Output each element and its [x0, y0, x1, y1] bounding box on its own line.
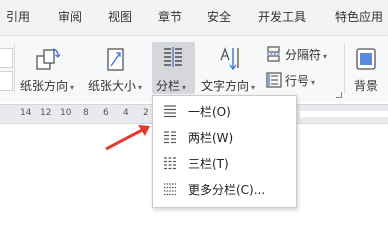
background-button[interactable]: 背景 [348, 40, 388, 100]
ruler-number: 8 [83, 108, 89, 118]
dropdown-caret-icon: ▾ [323, 52, 328, 61]
columns-label: 分栏 [156, 79, 181, 93]
dropdown-caret-icon: ▾ [182, 83, 187, 92]
three-columns-icon [164, 157, 176, 170]
text-direction-button[interactable]: 文字方向 ▾ [199, 40, 265, 100]
partial-spinner[interactable] [0, 48, 13, 68]
ribbon-tab-bar: 引用 审阅 视图 章节 安全 开发工具 特色应用 [0, 0, 388, 36]
paper-direction-button[interactable]: 纸张方向 ▾ [18, 40, 80, 100]
separator-icon [267, 46, 281, 62]
more-columns-icon [164, 183, 176, 196]
menu-item-label: 两栏(W) [188, 131, 234, 145]
menu-item-two-columns[interactable]: 两栏(W) [153, 124, 296, 149]
columns-icon [164, 47, 182, 67]
ruler-number: 2 [143, 108, 149, 118]
menu-item-label: 一栏(O) [188, 105, 231, 119]
line-number-icon [266, 72, 282, 88]
ribbon-separator [344, 44, 345, 94]
ruler-number: 6 [103, 108, 109, 118]
columns-dropdown-menu: 一栏(O) 两栏(W) 三栏(T) 更多分栏(C)... [152, 95, 297, 208]
ruler-number: 4 [123, 108, 129, 118]
dropdown-caret-icon: ▾ [70, 83, 75, 92]
partial-spinner[interactable] [0, 71, 13, 91]
tab-special-apps[interactable]: 特色应用 [335, 0, 383, 35]
page-size-icon [107, 48, 124, 71]
ruler-number: 14 [20, 108, 32, 118]
paper-size-label: 纸张大小 [88, 79, 137, 93]
menu-item-one-column[interactable]: 一栏(O) [153, 98, 296, 123]
dropdown-caret-icon: ▾ [311, 78, 316, 87]
dropdown-caret-icon: ▾ [138, 83, 143, 92]
tab-section[interactable]: 章节 [158, 0, 182, 35]
tab-security[interactable]: 安全 [207, 0, 231, 35]
tab-view[interactable]: 视图 [108, 0, 132, 35]
paper-direction-label: 纸张方向 [20, 79, 69, 93]
columns-button[interactable]: 分栏 ▾ [152, 42, 195, 94]
line-number-label: 行号 [285, 74, 310, 88]
dialog-launcher-icon[interactable] [336, 92, 342, 98]
ribbon-separator [14, 44, 15, 94]
text-direction-icon [220, 47, 239, 71]
ruler-number: 12 [40, 108, 52, 118]
tab-developer-tools[interactable]: 开发工具 [258, 0, 306, 35]
tab-review[interactable]: 审阅 [58, 0, 82, 35]
text-direction-label: 文字方向 [201, 79, 250, 93]
tab-references[interactable]: 引用 [6, 0, 30, 35]
ruler-number: 10 [60, 108, 72, 118]
menu-item-three-columns[interactable]: 三栏(T) [153, 150, 296, 175]
ruler-page-area [300, 111, 388, 117]
red-arrow [105, 125, 150, 151]
two-columns-icon [164, 131, 176, 144]
background-icon [356, 48, 376, 70]
background-label: 背景 [354, 79, 379, 93]
one-column-icon [164, 105, 176, 118]
menu-item-label: 三栏(T) [188, 157, 229, 171]
page-orientation-icon [36, 48, 61, 70]
separator-button[interactable]: 分隔符 ▾ [266, 44, 338, 64]
paper-size-button[interactable]: 纸张大小 ▾ [86, 40, 148, 100]
menu-item-more-columns[interactable]: 更多分栏(C)... [153, 176, 296, 201]
line-number-button[interactable]: 行号 ▾ [266, 70, 338, 90]
menu-item-label: 更多分栏(C)... [188, 183, 266, 197]
separator-label: 分隔符 [285, 48, 322, 62]
dropdown-caret-icon: ▾ [251, 83, 256, 92]
